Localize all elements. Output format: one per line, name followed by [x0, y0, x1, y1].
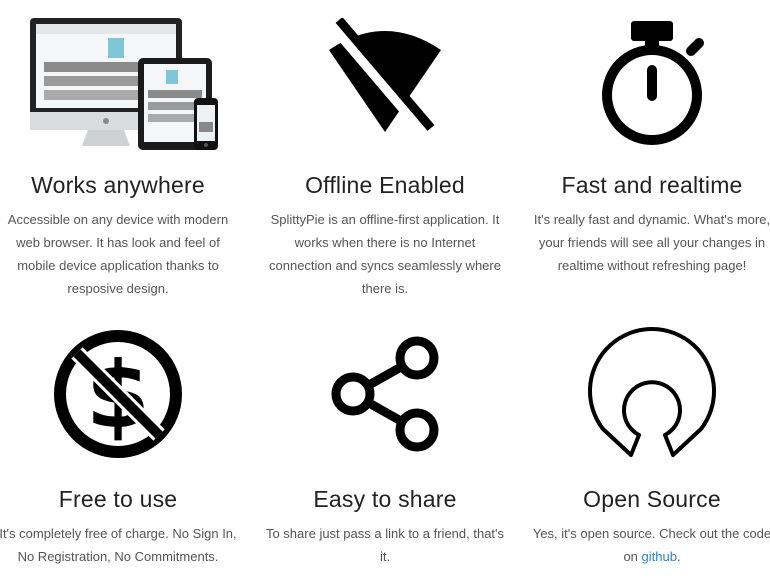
feature-description: It's really fast and dynamic. What's mor…	[533, 212, 770, 273]
description-end: .	[676, 549, 681, 564]
features-grid: Works anywhere Accessible on any device …	[0, 0, 770, 582]
share-icon	[265, 324, 505, 464]
feature-title: Works anywhere	[31, 172, 205, 198]
devices-icon	[0, 12, 238, 152]
feature-description: SplittyPie is an offline-first applicati…	[269, 212, 501, 296]
wifi-off-icon	[265, 8, 505, 148]
no-money-icon: $	[0, 324, 238, 464]
feature-title: Offline Enabled	[305, 172, 465, 198]
open-source-icon	[532, 324, 770, 464]
feature-description: To share just pass a link to a friend, t…	[265, 526, 505, 564]
feature-title: Open Source	[583, 486, 721, 512]
feature-description: Accessible on any device with modern web…	[7, 212, 229, 296]
feature-title: Free to use	[58, 486, 178, 512]
stopwatch-icon	[532, 12, 770, 152]
feature-title: Fast and realtime	[561, 172, 743, 198]
feature-title: Easy to share	[313, 486, 457, 512]
github-link[interactable]: github	[642, 549, 677, 564]
feature-description: Yes, it's open source. Check out the cod…	[532, 522, 770, 568]
feature-description: It's completely free of charge. No Sign …	[0, 526, 237, 564]
